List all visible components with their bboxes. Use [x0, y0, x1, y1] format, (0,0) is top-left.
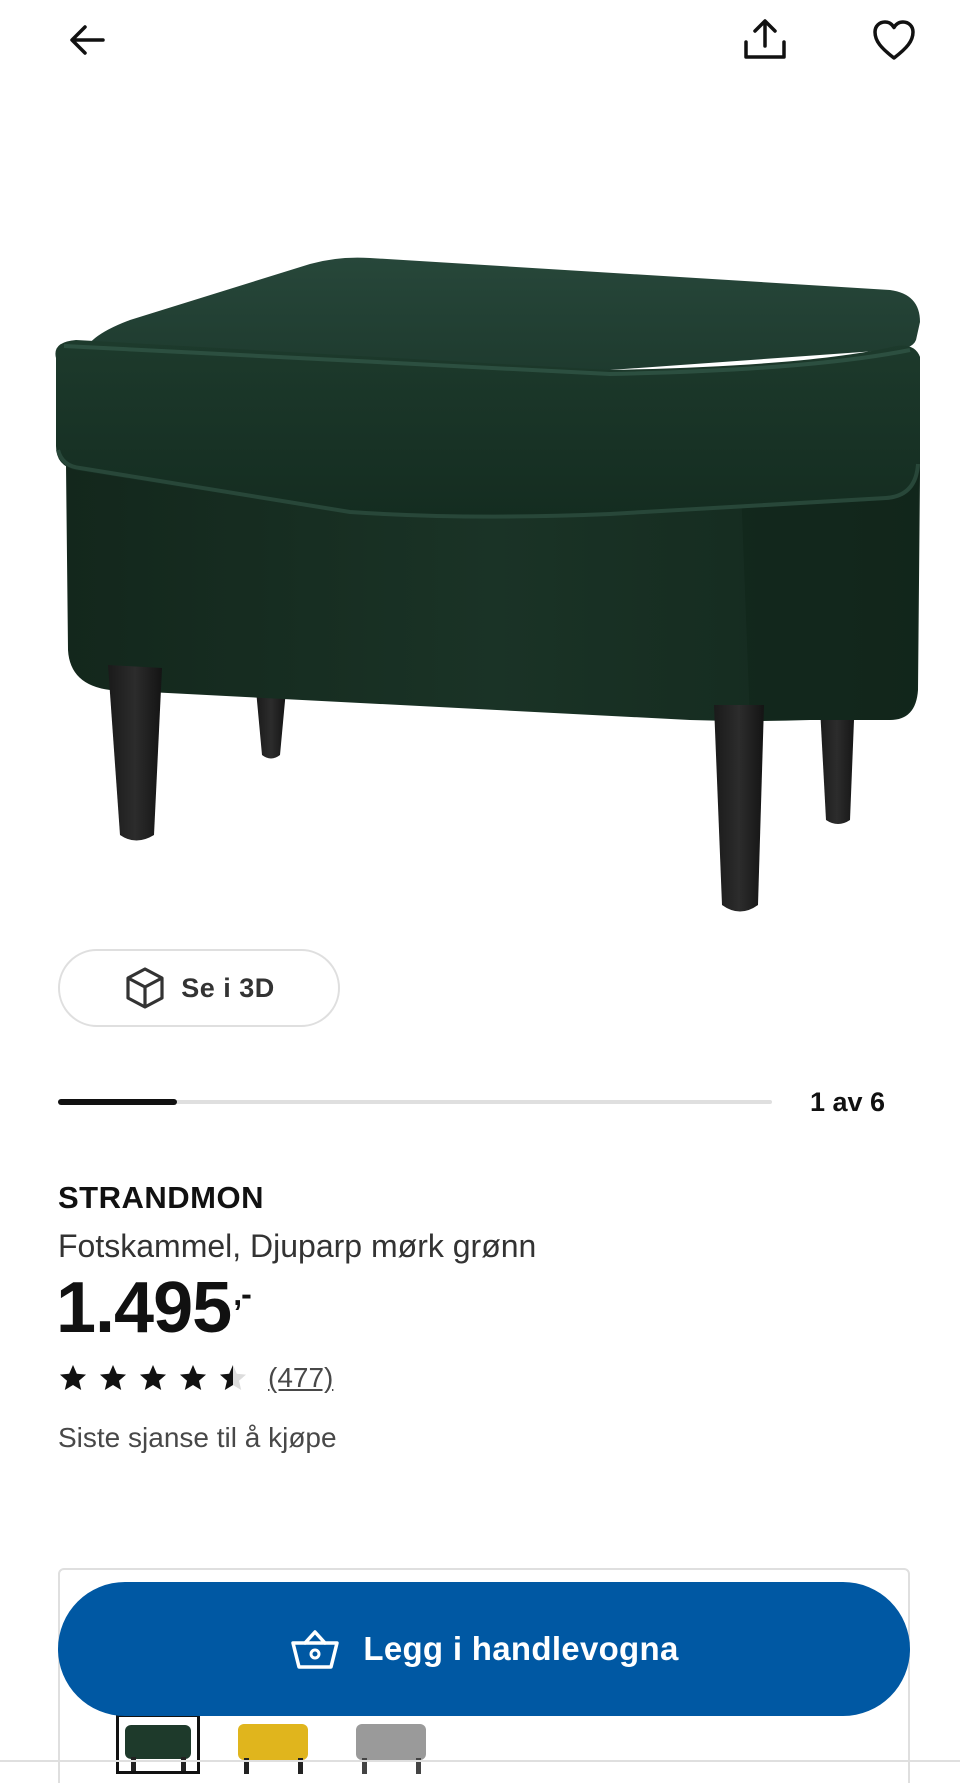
share-icon [744, 19, 786, 59]
add-to-cart-button[interactable]: Legg i handlevogna [58, 1582, 910, 1716]
share-button[interactable] [733, 8, 797, 72]
product-image[interactable] [50, 250, 920, 950]
product-description: Fotskammel, Djuparp mørk grønn [58, 1228, 537, 1264]
rating-stars [58, 1363, 248, 1393]
reviews-link[interactable]: (477) [268, 1362, 333, 1394]
top-bar [0, 0, 960, 90]
favourite-button[interactable] [862, 8, 926, 72]
back-button[interactable] [55, 8, 119, 72]
variant-swatch-grey[interactable] [350, 1714, 434, 1774]
star-icon [100, 1365, 126, 1390]
star-icon [180, 1365, 206, 1390]
star-icon [60, 1365, 86, 1390]
cube-icon [126, 967, 164, 1009]
view-3d-button[interactable]: Se i 3D [58, 949, 340, 1027]
arrow-left-icon [70, 25, 105, 55]
product-name: STRANDMON [58, 1180, 264, 1215]
gallery-position-text: 1 av 6 [810, 1087, 886, 1117]
rating-row[interactable]: (477) [58, 1362, 333, 1394]
star-icon [220, 1365, 246, 1390]
gallery-progress-fill [58, 1099, 177, 1105]
add-to-cart-label: Legg i handlevogna [363, 1630, 679, 1667]
view-3d-label: Se i 3D [181, 972, 275, 1003]
product-price: 1.495,- [56, 1272, 252, 1344]
variant-swatch-yellow[interactable] [232, 1714, 316, 1774]
bottom-divider [0, 1760, 960, 1762]
availability-text: Siste sjanse til å kjøpe [58, 1422, 337, 1453]
shopping-basket-icon [291, 1630, 340, 1669]
product-page: Se i 3D 1 av 6 STRANDMON Fotskammel, Dju… [0, 0, 960, 1783]
price-suffix: ,- [233, 1276, 252, 1312]
star-icon [140, 1365, 166, 1390]
variant-swatch-green[interactable] [116, 1714, 200, 1774]
price-main: 1.495 [56, 1268, 232, 1348]
gallery-progress-bar [58, 1099, 772, 1105]
heart-icon [873, 20, 915, 60]
